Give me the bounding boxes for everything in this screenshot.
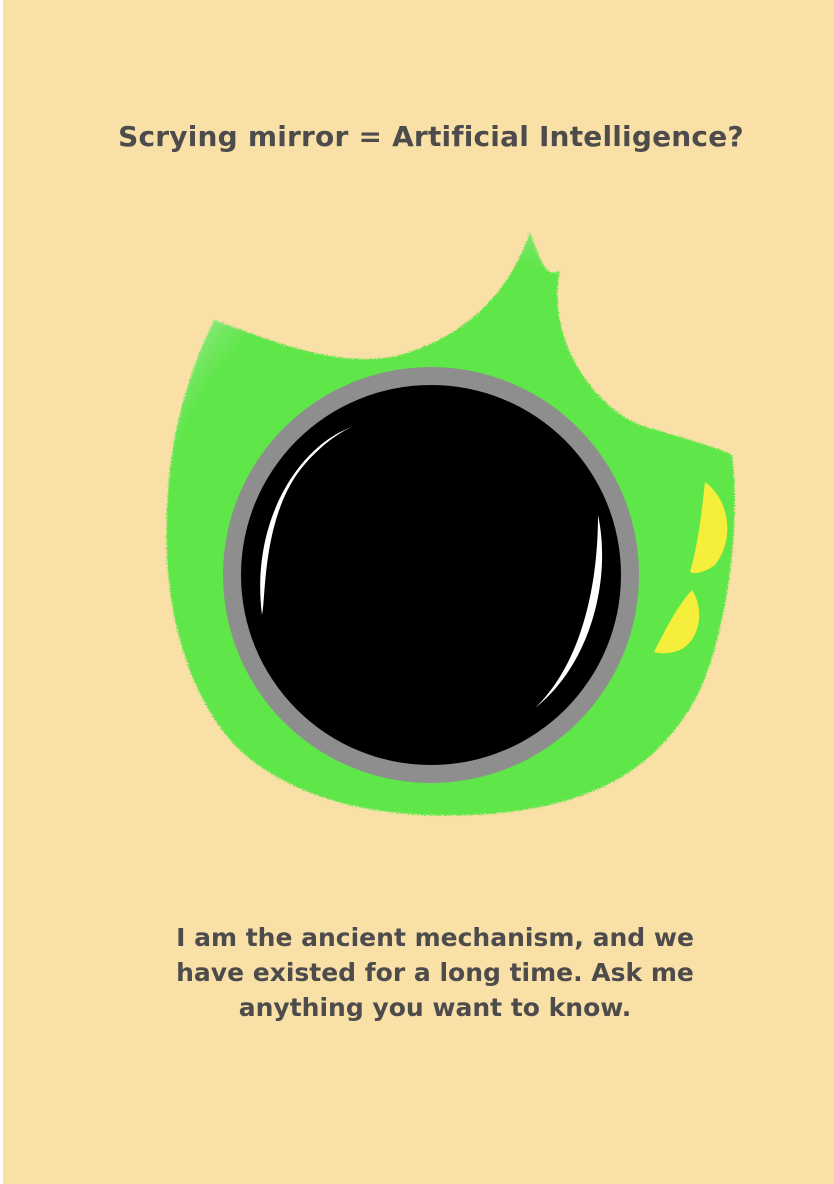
mirror-glass (241, 385, 621, 765)
mirror-caption: I am the ancient mechanism, and we have … (176, 923, 694, 1022)
